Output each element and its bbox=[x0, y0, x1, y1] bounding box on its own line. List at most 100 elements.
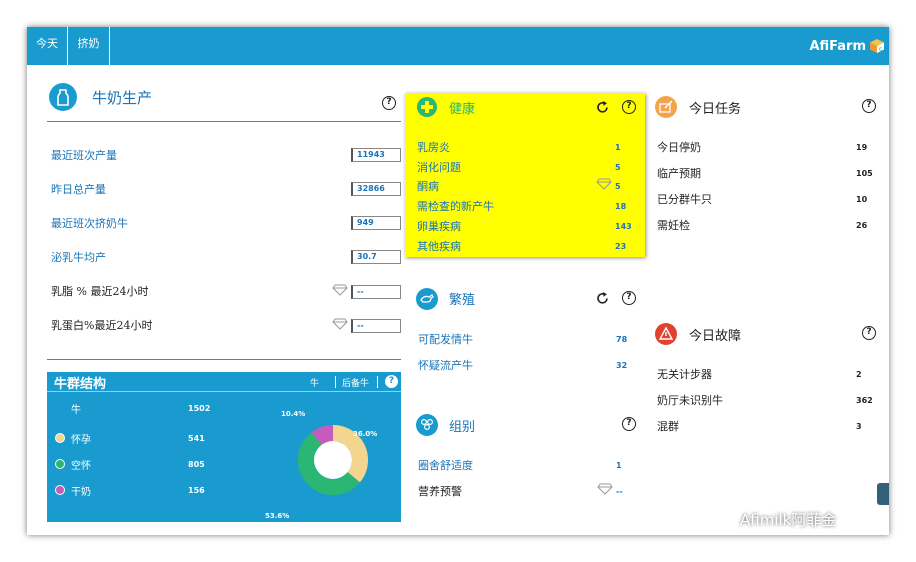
warning-icon bbox=[655, 323, 677, 345]
herd-total-value: 1502 bbox=[188, 404, 211, 413]
milk-production-title: 牛奶生产 bbox=[92, 89, 153, 107]
health-row-label[interactable]: 酮病 bbox=[417, 178, 439, 194]
health-row-label[interactable]: 乳房炎 bbox=[417, 139, 450, 155]
milk-row-value: 30.7 bbox=[351, 250, 401, 264]
toggle-cows[interactable]: 牛 bbox=[310, 376, 319, 389]
app-window: 今天 挤奶 AfiFarm c 牛奶生产 ? 最近班次产量 11943 昨日总产… bbox=[27, 27, 889, 535]
tasks-row-label[interactable]: 需妊检 bbox=[657, 217, 690, 233]
watermark: Afimilk阿菲金 bbox=[710, 509, 836, 530]
pie-label: 53.6% bbox=[265, 512, 290, 520]
tasks-row-value: 10 bbox=[856, 195, 868, 204]
health-row-label[interactable]: 其他疾病 bbox=[417, 238, 461, 254]
health-title: 健康 bbox=[449, 102, 476, 117]
groups-title: 组别 bbox=[449, 420, 476, 435]
health-row-label[interactable]: 卵巢疾病 bbox=[417, 218, 461, 234]
pregnant-legend-dot bbox=[55, 433, 65, 443]
help-icon[interactable]: ? bbox=[622, 291, 636, 305]
faults-row-value: 3 bbox=[856, 422, 862, 431]
milk-row-value: -- bbox=[351, 285, 401, 299]
tasks-row-label[interactable]: 临产预期 bbox=[657, 165, 701, 181]
health-row-value: 5 bbox=[615, 182, 621, 191]
faults-row-label[interactable]: 无关计步器 bbox=[657, 366, 712, 382]
health-row-value: 5 bbox=[615, 163, 621, 172]
donut-hole bbox=[314, 441, 352, 479]
dry-legend-dot bbox=[55, 485, 65, 495]
help-icon[interactable]: ? bbox=[622, 100, 636, 114]
herd-item-label: 空怀 bbox=[71, 461, 91, 472]
reproduction-row-value: 32 bbox=[616, 361, 628, 370]
watermark-text: Afimilk阿菲金 bbox=[740, 511, 837, 529]
cube-logo-icon: c bbox=[870, 39, 884, 53]
herd-structure-title: 牛群结构 bbox=[54, 377, 107, 392]
health-row-value: 143 bbox=[615, 222, 632, 231]
tasks-row-value: 105 bbox=[856, 169, 873, 178]
milk-row-value: 32866 bbox=[351, 182, 401, 196]
faults-row-value: 362 bbox=[856, 396, 873, 405]
tab-milking[interactable]: 挤奶 bbox=[68, 27, 110, 65]
health-row-label[interactable]: 需检查的新产牛 bbox=[417, 198, 494, 214]
top-bar: 今天 挤奶 AfiFarm c bbox=[27, 27, 889, 65]
milk-row-label[interactable]: 最近班次挤奶牛 bbox=[51, 215, 128, 231]
help-icon[interactable]: ? bbox=[382, 96, 396, 110]
milk-row-label: 乳蛋白%最近24小时 bbox=[51, 319, 153, 332]
side-scroll-tab[interactable] bbox=[877, 483, 889, 505]
plus-icon bbox=[417, 97, 437, 117]
tab-today[interactable]: 今天 bbox=[27, 27, 68, 65]
groups-row-value: -- bbox=[616, 487, 623, 496]
pie-label: 10.4% bbox=[281, 410, 306, 418]
health-row-label[interactable]: 消化问题 bbox=[417, 159, 461, 175]
tasks-row-value: 26 bbox=[856, 221, 868, 230]
open-legend-dot bbox=[55, 459, 65, 469]
faults-title: 今日故障 bbox=[689, 329, 742, 344]
milk-row-value: -- bbox=[351, 319, 401, 333]
herd-item-value: 156 bbox=[188, 486, 205, 495]
reproduction-row-label[interactable]: 可配发情牛 bbox=[418, 331, 473, 347]
groups-row-label: 营养预警 bbox=[418, 485, 462, 498]
toggle-heifers[interactable]: 后备牛 bbox=[342, 376, 369, 389]
svg-text:c: c bbox=[879, 46, 882, 53]
brand-name: AfiFarm bbox=[809, 38, 866, 54]
groups-row-label[interactable]: 圈舍舒适度 bbox=[418, 457, 473, 473]
faults-row-value: 2 bbox=[856, 370, 862, 379]
milk-bottle-icon bbox=[49, 83, 77, 111]
tasks-row-label[interactable]: 已分群牛只 bbox=[657, 191, 712, 207]
reproduction-title: 繁殖 bbox=[449, 293, 476, 308]
faults-row-label[interactable]: 混群 bbox=[657, 418, 679, 434]
diamond-icon bbox=[332, 284, 348, 296]
tasks-row-label[interactable]: 今日停奶 bbox=[657, 139, 701, 155]
refresh-icon[interactable] bbox=[595, 291, 610, 306]
help-icon[interactable]: ? bbox=[385, 375, 398, 388]
diamond-icon bbox=[596, 178, 612, 190]
milk-row-label[interactable]: 昨日总产量 bbox=[51, 181, 106, 197]
milk-row-label[interactable]: 泌乳牛均产 bbox=[51, 249, 106, 265]
health-row-value: 18 bbox=[615, 202, 627, 211]
milk-row-label: 乳脂 % 最近24小时 bbox=[51, 285, 149, 298]
divider bbox=[47, 121, 401, 122]
help-icon[interactable]: ? bbox=[862, 326, 876, 340]
herd-item-label: 怀孕 bbox=[71, 435, 91, 446]
herd-total-label: 牛 bbox=[71, 405, 81, 416]
milk-row-value: 949 bbox=[351, 216, 401, 230]
herd-title-bar: 牛群结构 牛 后备牛 ? bbox=[47, 372, 401, 392]
divider bbox=[47, 359, 401, 360]
toggle-separator bbox=[377, 376, 378, 388]
herd-item-value: 541 bbox=[188, 434, 205, 443]
reproduction-row-value: 78 bbox=[616, 335, 628, 344]
health-row-value: 1 bbox=[615, 143, 621, 152]
donut-svg bbox=[298, 425, 368, 495]
grapes-icon bbox=[416, 414, 438, 436]
cow-icon bbox=[416, 288, 438, 310]
milk-row-label[interactable]: 最近班次产量 bbox=[51, 147, 117, 163]
reproduction-row-label[interactable]: 怀疑流产牛 bbox=[418, 357, 473, 373]
herd-structure-panel: 牛群结构 牛 后备牛 ? 牛 1502 怀孕 541 空怀 805 干奶 156… bbox=[47, 372, 401, 522]
tasks-row-value: 19 bbox=[856, 143, 868, 152]
herd-item-label: 干奶 bbox=[71, 487, 91, 498]
help-icon[interactable]: ? bbox=[862, 99, 876, 113]
refresh-icon[interactable] bbox=[595, 100, 610, 115]
health-row-value: 23 bbox=[615, 242, 627, 251]
milk-row-value: 11943 bbox=[351, 148, 401, 162]
pencil-icon bbox=[655, 96, 677, 118]
faults-row-label[interactable]: 奶厅未识别牛 bbox=[657, 392, 723, 408]
health-panel: 健康 ? 乳房炎 1 消化问题 5 酮病 5 需检查的新产牛 18 卵巢疾病 1… bbox=[405, 93, 645, 257]
help-icon[interactable]: ? bbox=[622, 417, 636, 431]
